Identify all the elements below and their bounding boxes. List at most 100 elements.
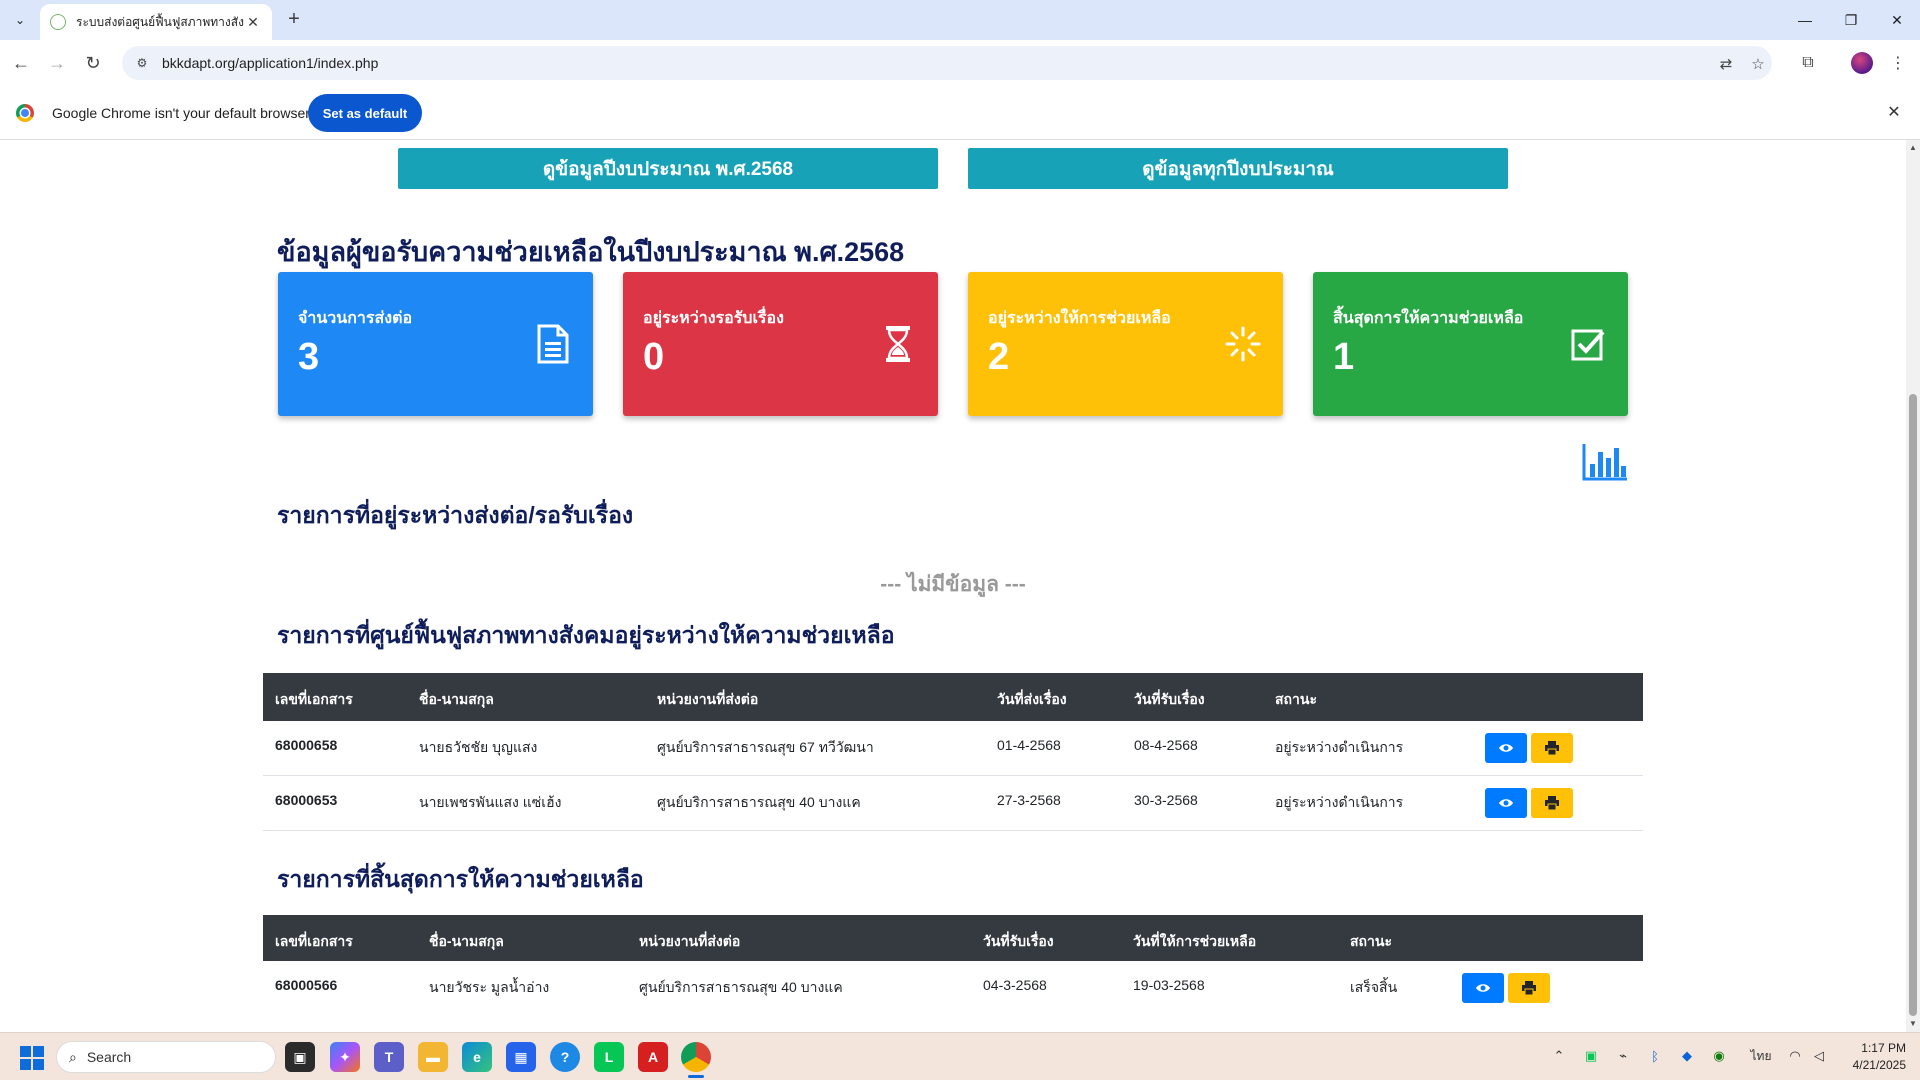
tab-search-chevron-icon[interactable]: ⌄ [8, 8, 32, 32]
received-date: 30-3-2568 [1134, 792, 1198, 808]
bar-chart-icon[interactable] [1582, 442, 1628, 482]
back-arrow-icon[interactable]: ← [8, 50, 34, 76]
new-tab-icon[interactable]: + [282, 8, 306, 32]
scrollbar-thumb[interactable] [1909, 394, 1917, 1016]
tab-title: ระบบส่งต่อศูนย์ฟื้นฟูสภาพทางสังคม [76, 14, 244, 29]
defender-icon[interactable]: ◉ [1710, 1047, 1728, 1065]
profile-avatar[interactable] [1851, 52, 1873, 74]
wifi-icon[interactable]: ◠ [1786, 1047, 1804, 1065]
infobar-close-icon[interactable]: ✕ [1883, 102, 1905, 124]
clock-time: 1:17 PM [1861, 1041, 1906, 1055]
set-as-default-button[interactable]: Set as default [308, 94, 422, 132]
clock-date: 4/21/2025 [1852, 1058, 1906, 1072]
table-row: 68000653 นายเพชรพันแสง แซ่เฮ้ง ศูนย์บริก… [263, 776, 1643, 831]
doc-number: 68000653 [275, 792, 338, 808]
minimize-icon[interactable]: — [1782, 0, 1828, 40]
store-icon[interactable]: ▦ [506, 1042, 536, 1072]
view-current-year-button[interactable]: ดูข้อมูลปีงบประมาณ พ.ศ.2568 [398, 148, 938, 189]
reload-icon[interactable]: ↻ [80, 50, 106, 76]
translate-icon[interactable]: ⇄ [1716, 54, 1736, 74]
hourglass-icon [886, 326, 910, 362]
card-count: 0 [643, 336, 665, 378]
table-row: 68000658 นายธวัชชัย บุญแสง ศูนย์บริการสา… [263, 721, 1643, 776]
completed-table: เลขที่เอกสาร ชื่อ-นามสกุล หน่วยงานที่ส่ง… [263, 915, 1643, 1016]
chrome-logo-icon [16, 104, 34, 122]
search-placeholder: Search [86, 1049, 132, 1065]
browser-toolbar: ← → ↻ ⚙ bkkdapt.org/application1/index.p… [0, 40, 1920, 86]
bookmark-star-icon[interactable]: ☆ [1748, 54, 1768, 74]
chrome-menu-icon[interactable]: ⋮ [1887, 52, 1909, 74]
edge-icon[interactable]: e [462, 1042, 492, 1072]
taskbar-search[interactable]: ⌕ Search [56, 1041, 276, 1073]
print-button[interactable] [1508, 973, 1550, 1003]
doc-number: 68000658 [275, 737, 338, 753]
volume-muted-icon[interactable]: ◁ [1810, 1047, 1828, 1065]
scroll-down-icon[interactable]: ▼ [1909, 1020, 1917, 1028]
forward-arrow-icon[interactable]: → [44, 50, 70, 76]
url-text[interactable]: bkkdapt.org/application1/index.php [162, 55, 378, 71]
view-button[interactable] [1462, 973, 1504, 1003]
view-button[interactable] [1485, 733, 1527, 763]
completed-section-title: รายการที่สิ้นสุดการให้ความช่วยเหลือ [277, 866, 644, 892]
browser-tab[interactable]: ระบบส่งต่อศูนย์ฟื้นฟูสภาพทางสังคม ✕ [40, 4, 272, 40]
site-favicon-icon [50, 14, 66, 30]
help-icon[interactable]: ? [550, 1042, 580, 1072]
file-explorer-icon[interactable]: ▬ [418, 1042, 448, 1072]
status: อยู่ระหว่างดำเนินการ [1275, 739, 1404, 755]
task-view-icon[interactable]: ▣ [285, 1042, 315, 1072]
page-scrollbar[interactable]: ▲ ▼ [1906, 140, 1920, 1032]
column-header: สถานะ [1275, 691, 1317, 707]
view-all-years-button[interactable]: ดูข้อมูลทุกปีงบประมาณ [968, 148, 1508, 189]
card-total-referrals[interactable]: จำนวนการส่งต่อ 3 [278, 272, 593, 416]
active-app-indicator [688, 1075, 704, 1078]
extensions-icon[interactable]: ⧉ [1797, 52, 1819, 74]
card-assistance-completed[interactable]: สิ้นสุดการให้ความช่วยเหลือ 1 [1313, 272, 1628, 416]
referring-agency: ศูนย์บริการสาธารณสุข 40 บางแค [639, 979, 843, 995]
card-awaiting-acceptance[interactable]: อยู่ระหว่างรอรับเรื่อง 0 [623, 272, 938, 416]
column-header: วันที่ให้การช่วยเหลือ [1133, 933, 1257, 949]
scroll-up-icon[interactable]: ▲ [1909, 144, 1917, 152]
sent-date: 27-3-2568 [997, 792, 1061, 808]
bluetooth-icon[interactable]: ᛒ [1646, 1047, 1664, 1065]
line-tray-icon[interactable]: ▣ [1582, 1047, 1600, 1065]
windows-start-icon[interactable] [20, 1046, 44, 1070]
view-button[interactable] [1485, 788, 1527, 818]
chrome-taskbar-icon[interactable] [681, 1042, 711, 1072]
line-icon[interactable]: L [594, 1042, 624, 1072]
document-icon [537, 324, 569, 364]
in-progress-table: เลขที่เอกสาร ชื่อ-นามสกุล หน่วยงานที่ส่ง… [263, 673, 1643, 831]
restore-icon[interactable]: ❐ [1828, 0, 1874, 40]
site-info-icon[interactable]: ⚙ [134, 55, 150, 71]
card-in-assistance[interactable]: อยู่ระหว่างให้การช่วยเหลือ 2 [968, 272, 1283, 416]
usb-icon[interactable]: ⌁ [1614, 1047, 1632, 1065]
copilot-icon[interactable]: ✦ [330, 1042, 360, 1072]
windows-taskbar: ⌕ Search ▣ ✦ T ▬ e ▦ ? L A ⌃ ▣ ⌁ ᛒ ◆ ◉ ไ… [0, 1032, 1920, 1080]
full-name: นายเพชรพันแสง แซ่เฮ้ง [419, 794, 562, 810]
received-date: 04-3-2568 [983, 977, 1047, 993]
tab-close-icon[interactable]: ✕ [244, 14, 262, 31]
column-header: ชื่อ-นามสกุล [419, 691, 494, 707]
print-button[interactable] [1531, 788, 1573, 818]
print-button[interactable] [1531, 733, 1573, 763]
window-close-icon[interactable]: ✕ [1874, 0, 1920, 40]
acrobat-icon[interactable]: A [638, 1042, 668, 1072]
table-row: 68000566 นายวัชระ มูลน้ำอ่าง ศูนย์บริการ… [263, 961, 1643, 1016]
system-clock[interactable]: 1:17 PM 4/21/2025 [1840, 1040, 1906, 1074]
tray-overflow-icon[interactable]: ⌃ [1550, 1047, 1568, 1065]
column-header: วันที่รับเรื่อง [1134, 691, 1205, 707]
checkbox-icon [1571, 329, 1605, 361]
search-icon: ⌕ [69, 1048, 77, 1065]
printer-icon [1545, 796, 1559, 810]
card-count: 2 [988, 336, 1010, 378]
column-header: ชื่อ-นามสกุล [429, 933, 504, 949]
referring-agency: ศูนย์บริการสาธารณสุข 67 ทวีวัฒนา [657, 739, 874, 755]
page-content: ดูข้อมูลปีงบประมาณ พ.ศ.2568 ดูข้อมูลทุกป… [0, 140, 1906, 1032]
security-icon[interactable]: ◆ [1678, 1047, 1696, 1065]
status: เสร็จสิ้น [1350, 979, 1398, 995]
card-label: สิ้นสุดการให้ความช่วยเหลือ [1333, 310, 1524, 327]
eye-icon [1499, 744, 1513, 752]
teams-icon[interactable]: T [374, 1042, 404, 1072]
language-indicator[interactable]: ไทย [1748, 1047, 1774, 1065]
address-bar[interactable]: ⚙ bkkdapt.org/application1/index.php ⇄ ☆ [122, 46, 1772, 80]
column-header: เลขที่เอกสาร [275, 691, 353, 707]
